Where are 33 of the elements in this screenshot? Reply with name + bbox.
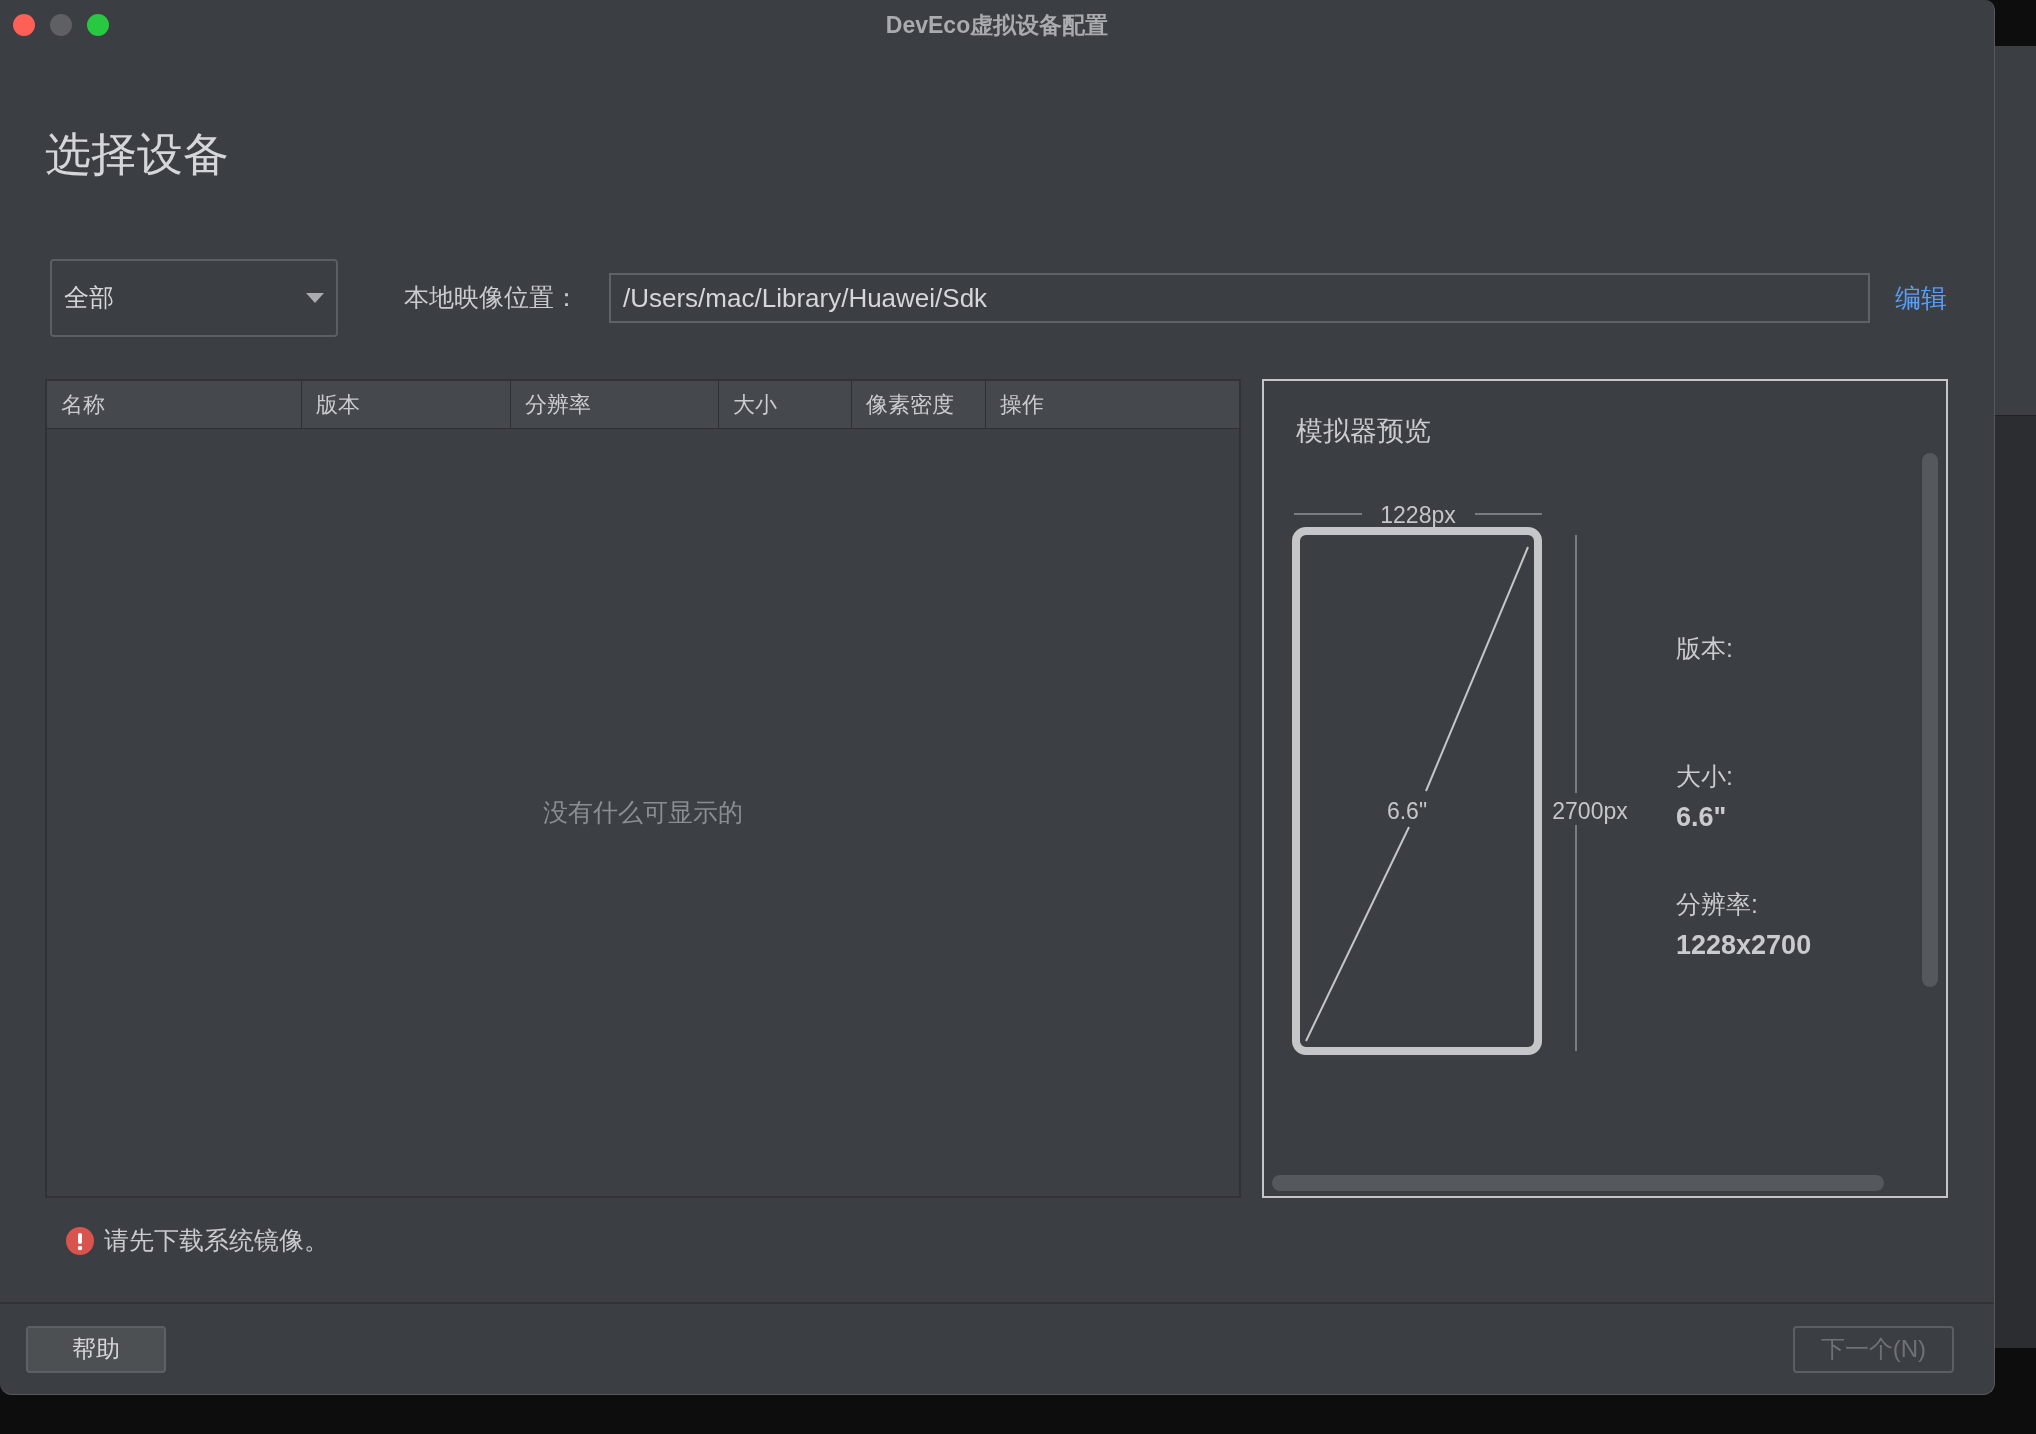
error-message: 请先下载系统镜像。	[104, 1225, 329, 1256]
close-button[interactable]	[13, 14, 35, 36]
field-label: 本地映像位置：	[404, 282, 579, 314]
dimension-line	[1474, 513, 1543, 515]
vertical-scrollbar[interactable]	[1922, 453, 1938, 987]
error-icon	[66, 1226, 94, 1255]
filter-dropdown[interactable]: 全部	[50, 259, 338, 337]
column-header[interactable]: 版本	[302, 381, 512, 428]
window-title: DevEco虚拟设备配置	[885, 10, 1109, 40]
caret-icon	[306, 293, 324, 303]
minimize-button[interactable]	[50, 14, 72, 36]
detail-value: 1228x2700	[1676, 929, 1812, 962]
diagonal-label: 6.6"	[1386, 798, 1428, 824]
column-header[interactable]: 名称	[47, 381, 303, 428]
edit-link[interactable]: 编辑	[1895, 278, 1947, 318]
height-label: 2700px	[1552, 798, 1628, 824]
detail-label: 大小:	[1676, 761, 1734, 792]
detail-label: 分辨率:	[1676, 889, 1759, 920]
path-field[interactable]: /Users/mac/Library/Huawei/Sdk	[609, 273, 1870, 323]
maximize-button[interactable]	[87, 14, 109, 36]
page-heading: 选择设备	[45, 127, 230, 182]
width-label: 1228px	[1380, 502, 1456, 528]
column-header[interactable]: 大小	[718, 381, 853, 428]
column-header[interactable]: 分辨率	[511, 381, 719, 428]
detail-value: 6.6"	[1676, 801, 1728, 834]
empty-message: 没有什么可显示的	[543, 796, 743, 828]
dimension-line	[1293, 513, 1363, 515]
column-header[interactable]: 操作	[985, 381, 1239, 428]
help-button[interactable]: 帮助	[26, 1325, 166, 1373]
horizontal-scrollbar[interactable]	[1272, 1175, 1884, 1191]
column-header[interactable]: 像素密度	[852, 381, 986, 428]
detail-label: 版本:	[1676, 633, 1734, 664]
preview-title: 模拟器预览	[1296, 415, 1432, 448]
